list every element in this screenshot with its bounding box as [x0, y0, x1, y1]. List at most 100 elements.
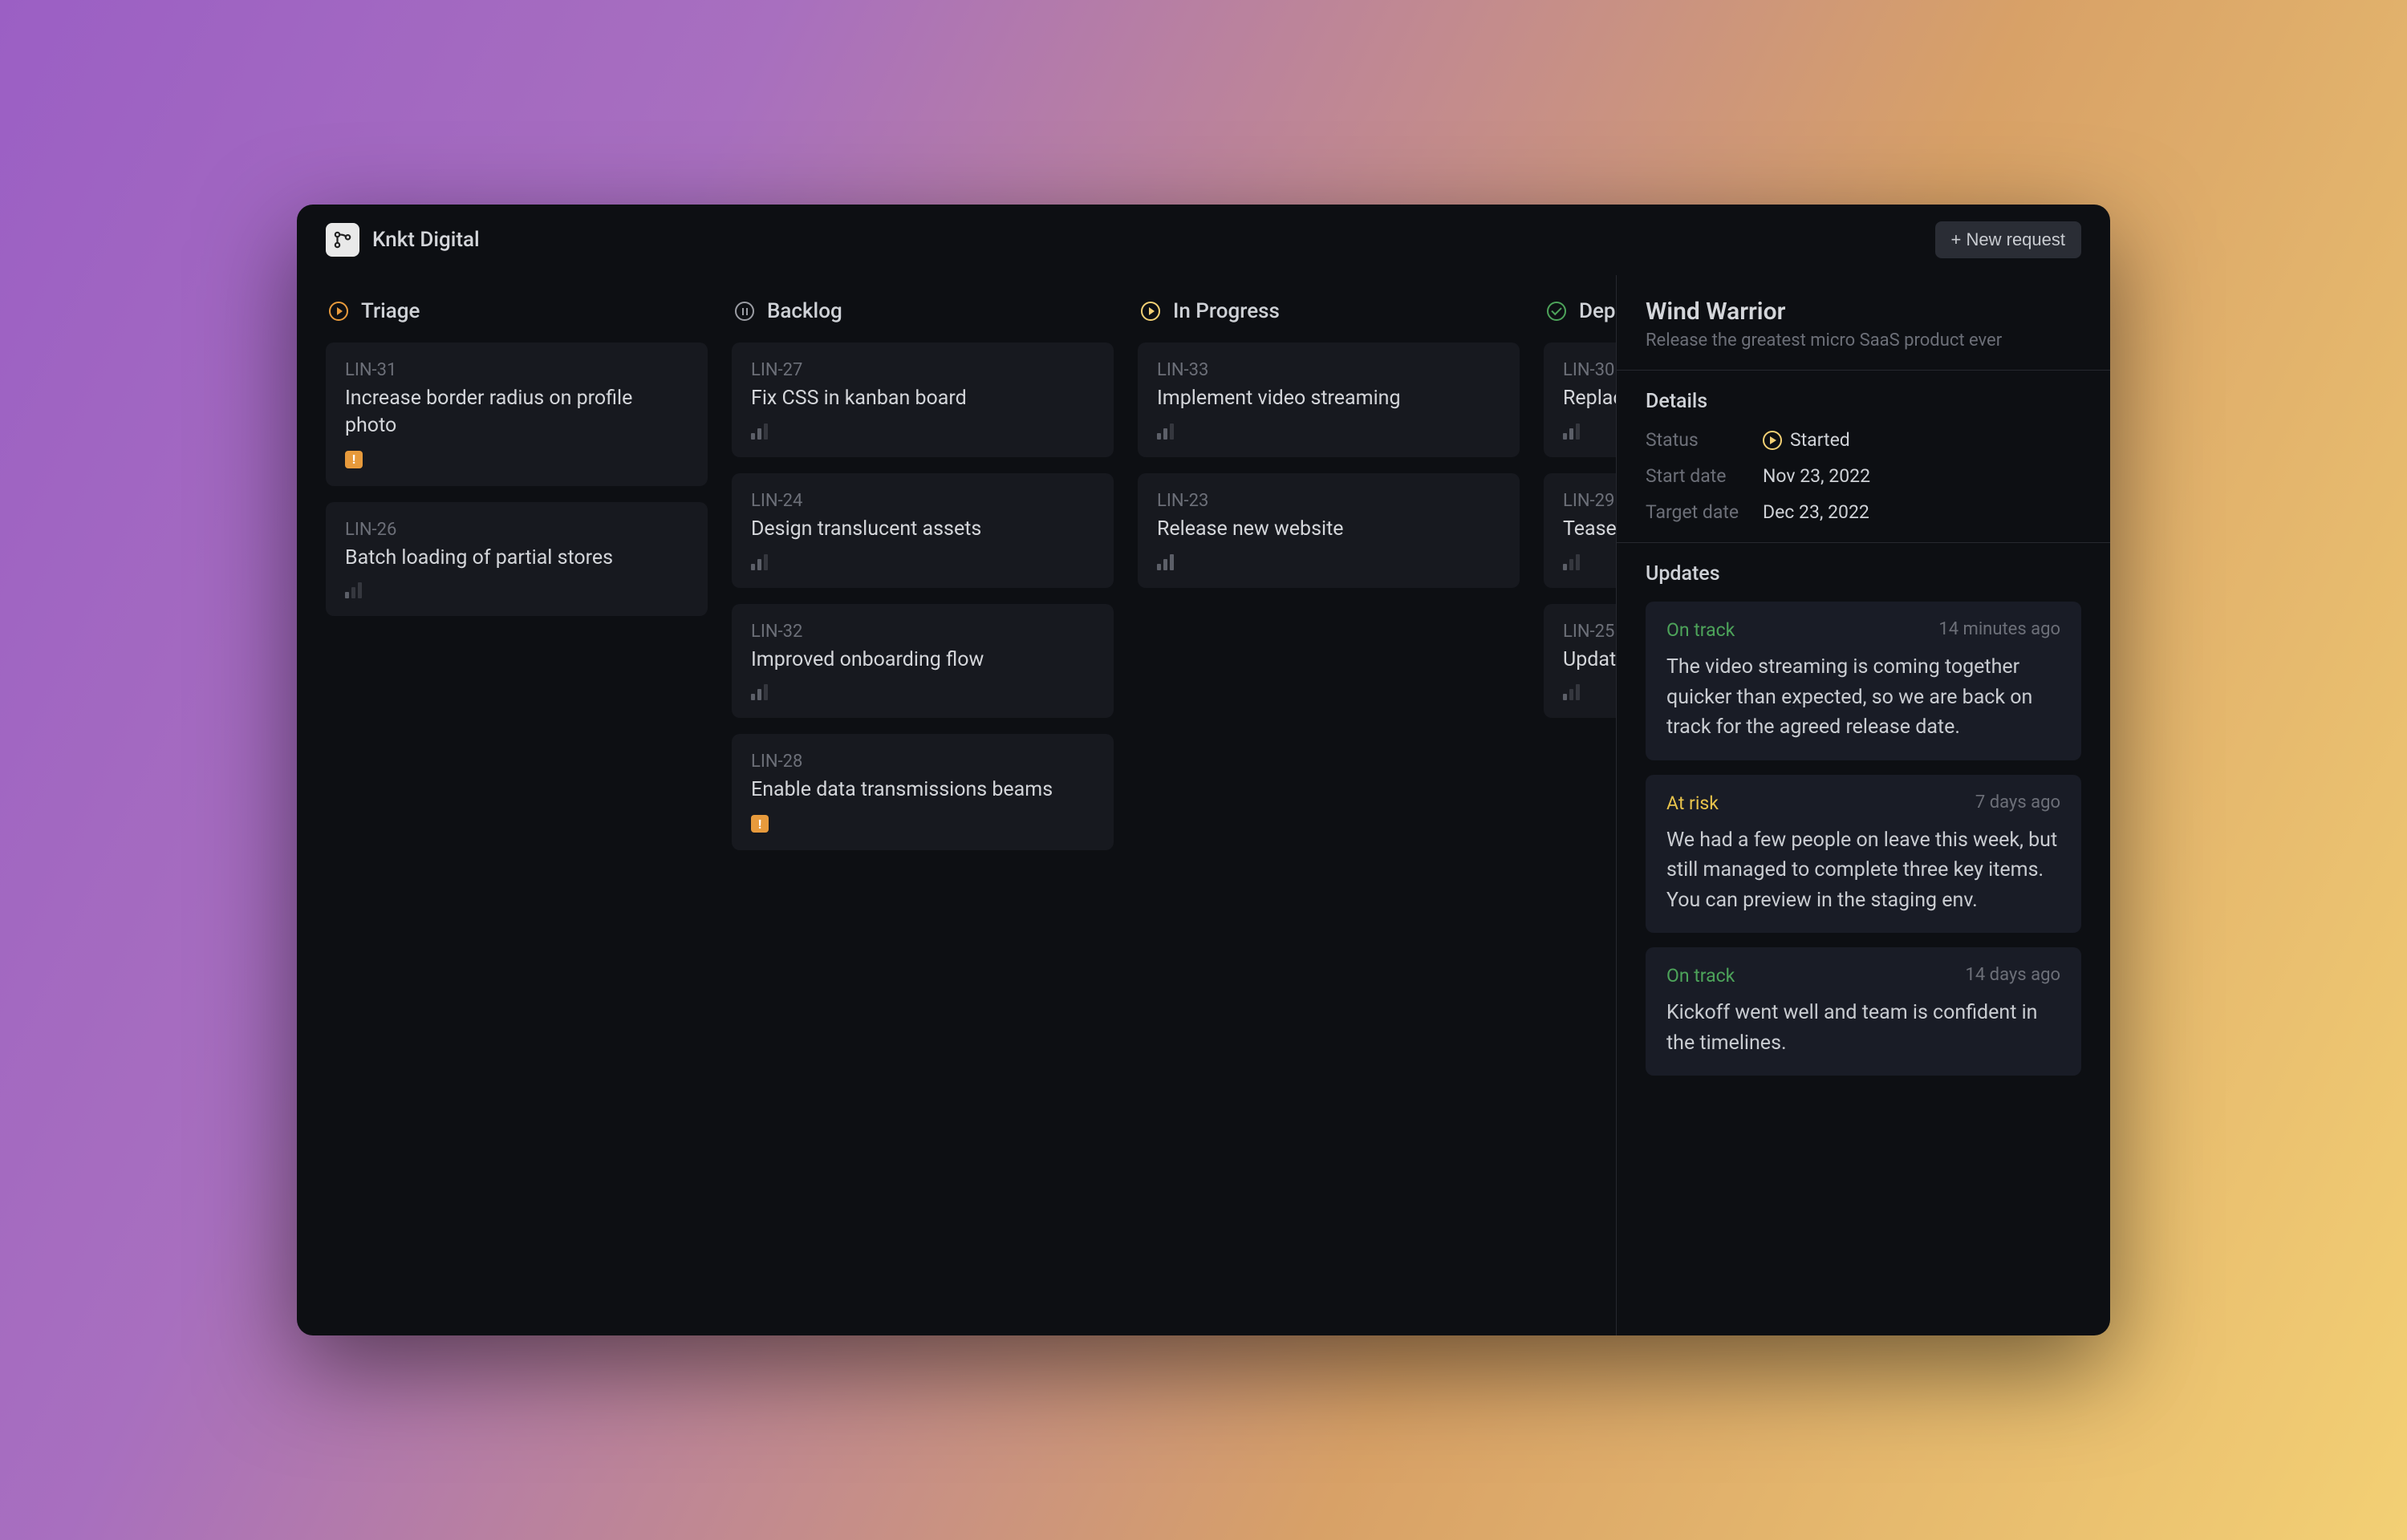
project-subtitle: Release the greatest micro SaaS product … — [1646, 330, 2081, 351]
issue-id: LIN-24 — [751, 491, 1094, 511]
priority-bars-icon — [1563, 554, 1580, 570]
issue-id: LIN-31 — [345, 360, 688, 380]
status-started-icon — [1763, 431, 1782, 450]
priority-urgent-icon: ! — [345, 451, 363, 468]
details-section: Details Status Started Start date Nov 23… — [1617, 370, 2110, 543]
issue-id: LIN-29 — [1563, 491, 1616, 511]
update-body: We had a few people on leave this week, … — [1666, 825, 2060, 916]
details-heading: Details — [1646, 390, 2081, 413]
update-status: At risk — [1666, 792, 1719, 814]
issue-id: LIN-27 — [751, 360, 1094, 380]
issue-title: Implement video streaming — [1157, 385, 1500, 412]
start-date-value[interactable]: Nov 23, 2022 — [1763, 465, 1870, 487]
updates-heading: Updates — [1646, 562, 2081, 586]
status-label: Status — [1646, 429, 1763, 451]
update-status: On track — [1666, 619, 1735, 641]
issue-card[interactable]: LIN-28 Enable data transmissions beams! — [732, 734, 1114, 850]
issue-card[interactable]: LIN-33 Implement video streaming — [1138, 342, 1520, 457]
column-cards: LIN-27 Fix CSS in kanban board LIN-24 Desig… — [732, 342, 1114, 850]
app-window: Knkt Digital + New request TriageLIN-31I… — [297, 205, 2110, 1335]
issue-meta — [751, 684, 1094, 700]
issue-card[interactable]: LIN-31 Increase border radius on profile … — [326, 342, 708, 486]
project-sidepanel: Wind Warrior Release the greatest micro … — [1616, 275, 2110, 1335]
update-header: At risk 7 days ago — [1666, 792, 2060, 814]
issue-meta — [751, 424, 1094, 440]
issue-title: Updat — [1563, 646, 1616, 674]
issue-card[interactable]: LIN-25 Updat — [1544, 604, 1616, 719]
issue-meta: ! — [751, 815, 1094, 833]
column-status-icon — [327, 300, 350, 322]
issue-title: Fix CSS in kanban board — [751, 385, 1094, 412]
issue-title: Release new website — [1157, 516, 1500, 543]
update-status: On track — [1666, 965, 1735, 987]
issue-title: Batch loading of partial stores — [345, 545, 688, 572]
priority-bars-icon — [751, 684, 768, 700]
issue-card[interactable]: LIN-30Replac — [1544, 342, 1616, 457]
project-title: Wind Warrior — [1646, 298, 2081, 326]
priority-bars-icon — [1563, 684, 1580, 700]
column-header: In Progress — [1138, 299, 1520, 323]
status-value[interactable]: Started — [1763, 429, 1850, 451]
new-request-button[interactable]: + New request — [1935, 221, 2081, 258]
issue-id: LIN-23 — [1157, 491, 1500, 511]
update-timestamp: 7 days ago — [1975, 792, 2060, 814]
issue-title: Design translucent assets — [751, 516, 1094, 543]
column-in-progress: In Progress LIN-33 Implement video streami… — [1138, 299, 1520, 1311]
column-done: Dep LIN-30Replac LIN-29 Tease LIN-25 Updat — [1544, 299, 1616, 1311]
issue-card[interactable]: LIN-23 Release new website — [1138, 473, 1520, 588]
issue-meta: ! — [345, 451, 688, 468]
issue-id: LIN-30 — [1563, 360, 1616, 380]
update-timestamp: 14 minutes ago — [1938, 619, 2060, 641]
issue-id: LIN-25 — [1563, 622, 1616, 642]
workspace-logo-icon — [326, 223, 359, 257]
update-card[interactable]: At risk 7 days ago We had a few people on … — [1646, 775, 2081, 934]
update-card[interactable]: On track14 minutes agoThe video streamin… — [1646, 602, 2081, 760]
priority-bars-icon — [1563, 424, 1580, 440]
target-date-value[interactable]: Dec 23, 2022 — [1763, 501, 1869, 523]
priority-bars-icon — [1157, 424, 1174, 440]
update-body: Kickoff went well and team is confident … — [1666, 998, 2060, 1058]
priority-bars-icon — [751, 424, 768, 440]
issue-card[interactable]: LIN-26 Batch loading of partial stores — [326, 502, 708, 617]
column-triage: TriageLIN-31Increase border radius on pr… — [326, 299, 708, 1311]
priority-bars-icon — [751, 554, 768, 570]
update-header: On track 14 minutes ago — [1666, 619, 2060, 641]
content-area: TriageLIN-31Increase border radius on pr… — [297, 275, 2110, 1335]
issue-title: Enable data transmissions beams — [751, 776, 1094, 804]
update-header: On track 14 days ago — [1666, 965, 2060, 987]
issue-card[interactable]: LIN-24 Design translucent assets — [732, 473, 1114, 588]
priority-urgent-icon: ! — [751, 815, 769, 833]
titlebar: Knkt Digital + New request — [297, 205, 2110, 275]
updates-section: Updates On track14 minutes agoThe video … — [1617, 543, 2110, 1335]
issue-id: LIN-32 — [751, 622, 1094, 642]
issue-meta — [1157, 554, 1500, 570]
start-date-label: Start date — [1646, 465, 1763, 487]
detail-row-status: Status Started — [1646, 429, 2081, 451]
priority-bars-icon — [1157, 554, 1174, 570]
issue-meta — [1157, 424, 1500, 440]
issue-id: LIN-28 — [751, 752, 1094, 772]
column-title: In Progress — [1173, 299, 1280, 323]
column-title: Dep — [1579, 299, 1616, 323]
column-header: Dep — [1544, 299, 1616, 323]
update-timestamp: 14 days ago — [1966, 965, 2061, 987]
sidepanel-header: Wind Warrior Release the greatest micro … — [1617, 275, 2110, 370]
column-backlog: BacklogLIN-27Fix CSS in kanban boardLIN-… — [732, 299, 1114, 1311]
issue-title: Increase border radius on profile photo — [345, 385, 688, 440]
issue-meta — [1563, 424, 1616, 440]
column-cards: LIN-33 Implement video streaming LIN-23 Rel… — [1138, 342, 1520, 588]
column-title: Backlog — [767, 299, 842, 323]
detail-row-start-date: Start date Nov 23, 2022 — [1646, 465, 2081, 487]
issue-card[interactable]: LIN-29 Tease — [1544, 473, 1616, 588]
issue-title: Tease — [1563, 516, 1616, 543]
issue-card[interactable]: LIN-27 Fix CSS in kanban board — [732, 342, 1114, 457]
issue-meta — [1563, 554, 1616, 570]
issue-id: LIN-33 — [1157, 360, 1500, 380]
issue-meta — [345, 582, 688, 598]
issue-id: LIN-26 — [345, 520, 688, 540]
workspace-switcher[interactable]: Knkt Digital — [326, 223, 480, 257]
issue-card[interactable]: LIN-32Improved onboarding flow — [732, 604, 1114, 719]
update-card[interactable]: On track 14 days ago Kickoff went well and… — [1646, 947, 2081, 1076]
issue-meta — [751, 554, 1094, 570]
column-status-icon — [1139, 300, 1162, 322]
